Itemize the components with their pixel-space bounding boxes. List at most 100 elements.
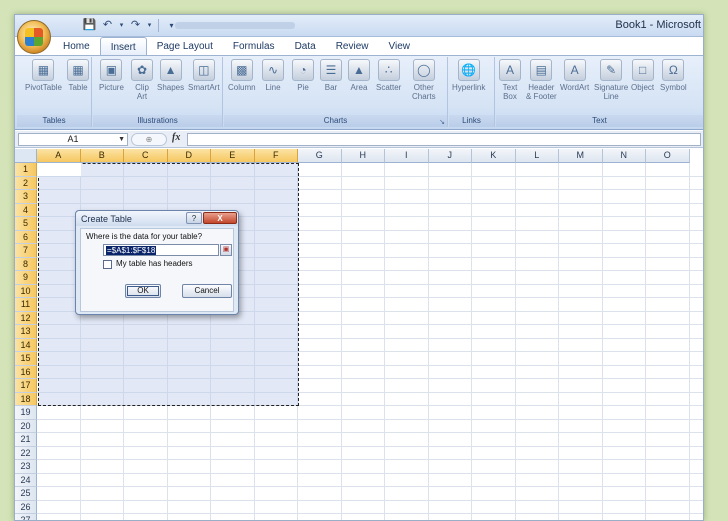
pie-chart-icon: ◔ [292,59,314,81]
office-button[interactable] [17,20,51,54]
column-header-k[interactable]: K [472,149,516,163]
wordart-button[interactable]: A WordArt [560,59,589,92]
name-box[interactable]: A1 ▼ [18,133,128,146]
tab-insert[interactable]: Insert [99,37,147,56]
tab-data[interactable]: Data [285,37,326,56]
row-header-15[interactable]: 15 [15,352,37,366]
headers-checkbox[interactable] [103,260,112,269]
row-header-23[interactable]: 23 [15,460,37,474]
row-header-6[interactable]: 6 [15,230,37,244]
column-header-b[interactable]: B [80,149,124,163]
row-header-3[interactable]: 3 [15,190,37,204]
row-header-12[interactable]: 12 [15,311,37,325]
tab-view[interactable]: View [378,37,420,56]
other-charts-button[interactable]: ◯ Other Charts [412,59,436,101]
pie-chart-button[interactable]: ◔ Pie [292,59,314,92]
row-header-5[interactable]: 5 [15,217,37,231]
row-header-10[interactable]: 10 [15,284,37,298]
symbol-button[interactable]: Ω Symbol [660,59,687,92]
row-header-22[interactable]: 22 [15,446,37,460]
row-header-24[interactable]: 24 [15,473,37,487]
row-header-4[interactable]: 4 [15,203,37,217]
headers-checkbox-label[interactable]: My table has headers [116,259,193,268]
column-header-j[interactable]: J [428,149,472,163]
group-label-charts: Charts [224,115,447,127]
signature-line-button[interactable]: ✎ Signature Line [594,59,628,101]
row-header-25[interactable]: 25 [15,487,37,501]
hyperlink-button[interactable]: 🌐 Hyperlink [452,59,485,92]
undo-icon[interactable]: ↶ [100,18,115,33]
column-chart-button[interactable]: ▩ Column [228,59,256,92]
bar-chart-button[interactable]: ☰ Bar [320,59,342,92]
area-chart-button[interactable]: ▲ Area [348,59,370,92]
column-header-m[interactable]: M [559,149,603,163]
row-header-16[interactable]: 16 [15,365,37,379]
wordart-icon: A [563,59,586,81]
column-header-o[interactable]: O [646,149,690,163]
column-header-d[interactable]: D [167,149,211,163]
range-input[interactable]: =$A$1:$F$18 [103,244,219,256]
row-header-20[interactable]: 20 [15,419,37,433]
row-header-1[interactable]: 1 [15,163,37,177]
dialog-launcher-icon[interactable]: ↘ [439,118,445,126]
scatter-chart-button[interactable]: ∴ Scatter [376,59,401,92]
formula-input[interactable] [187,133,701,146]
tab-review[interactable]: Review [326,37,379,56]
row-header-18[interactable]: 18 [15,392,37,406]
save-icon[interactable]: 💾 [82,18,97,33]
row-header-26[interactable]: 26 [15,500,37,514]
tab-home[interactable]: Home [53,37,100,56]
column-header-h[interactable]: H [341,149,385,163]
row-header-2[interactable]: 2 [15,176,37,190]
tab-formulas[interactable]: Formulas [223,37,285,56]
ok-button[interactable]: OK [125,284,161,298]
row-header-8[interactable]: 8 [15,257,37,271]
active-cell[interactable] [38,163,81,176]
clip-art-button[interactable]: ✿ Clip Art [131,59,153,101]
row-header-19[interactable]: 19 [15,406,37,420]
object-button[interactable]: □ Object [631,59,654,92]
text-box-button[interactable]: A Text Box [499,59,521,101]
table-button[interactable]: ▦ Table [67,59,89,92]
close-button[interactable]: X [203,212,237,224]
redo-dropdown-icon[interactable]: ▾ [146,18,153,33]
line-chart-button[interactable]: ∿ Line [262,59,284,92]
cancel-button[interactable]: Cancel [182,284,232,298]
row-header-7[interactable]: 7 [15,244,37,258]
gridline-horizontal [37,432,703,433]
column-header-e[interactable]: E [211,149,255,163]
row-header-9[interactable]: 9 [15,271,37,285]
column-header-f[interactable]: F [254,149,298,163]
row-header-11[interactable]: 11 [15,298,37,312]
group-tables: ▦ PivotTable ▦ Table Tables [17,57,92,127]
bar-chart-icon: ☰ [320,59,342,81]
worksheet-grid[interactable]: A B C D E F G H I J K L M N O 1 2 3 4 5 6 7 8 9 10 11 12 13 14 15 16 17… [15,149,703,520]
select-all-corner[interactable] [15,149,37,163]
header-footer-button[interactable]: ▤ Header & Footer [526,59,557,101]
undo-dropdown-icon[interactable]: ▾ [118,18,125,33]
redo-icon[interactable]: ↷ [128,18,143,33]
row-header-27[interactable]: 27 [15,514,37,520]
column-header-a[interactable]: A [37,149,81,163]
formula-controls[interactable]: ⊕ [131,133,167,146]
shapes-button[interactable]: ▲ Shapes [157,59,184,92]
column-header-n[interactable]: N [602,149,646,163]
column-header-g[interactable]: G [298,149,342,163]
tab-page-layout[interactable]: Page Layout [147,37,223,56]
object-icon: □ [631,59,654,81]
column-header-i[interactable]: I [385,149,429,163]
smartart-button[interactable]: ◫ SmartArt [188,59,220,92]
help-button[interactable]: ? [186,212,202,224]
row-header-14[interactable]: 14 [15,338,37,352]
row-header-21[interactable]: 21 [15,433,37,447]
row-header-13[interactable]: 13 [15,325,37,339]
chevron-down-icon[interactable]: ▼ [118,134,125,145]
group-label-illustrations: Illustrations [93,115,222,127]
pivottable-button[interactable]: ▦ PivotTable [25,59,62,92]
column-header-c[interactable]: C [124,149,168,163]
row-header-17[interactable]: 17 [15,379,37,393]
insert-function-icon[interactable]: fx [172,132,180,143]
picture-button[interactable]: ▣ Picture [99,59,124,92]
collapse-dialog-icon[interactable]: ▣ [220,244,232,256]
column-header-l[interactable]: L [515,149,559,163]
